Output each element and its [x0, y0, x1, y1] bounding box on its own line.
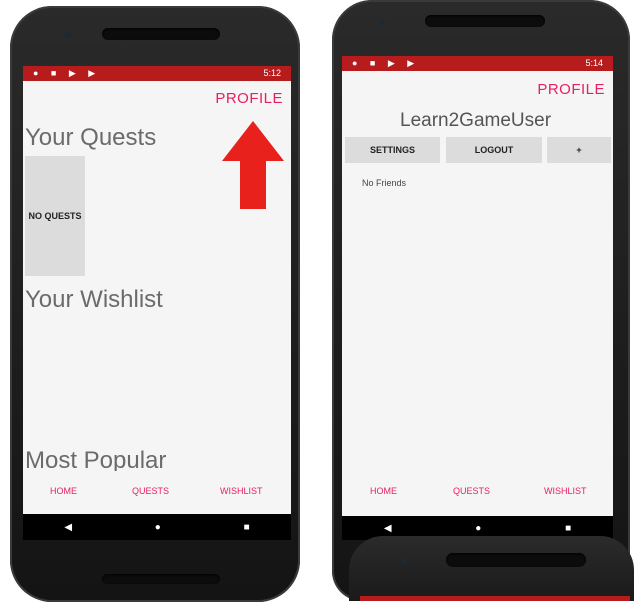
home-circle-icon[interactable]: ●	[475, 523, 481, 534]
friends-status: No Friends	[362, 178, 407, 188]
left-screen: ● ■ ▶ ▶ 5:12 PROFILE Your Quests NO QUES…	[23, 66, 291, 540]
status-time: 5:12	[263, 68, 281, 78]
username: Learn2GameUser	[400, 110, 552, 131]
background-fragment	[0, 0, 10, 20]
no-quests-tile[interactable]: NO QUESTS	[25, 156, 85, 276]
bottom-nav: HOME QUESTS WISHLIST	[23, 471, 291, 514]
third-phone-speaker	[446, 553, 586, 567]
up-arrow-shape	[222, 121, 284, 209]
right-screen: ● ■ ▶ ▶ 5:14 PROFILE Learn2GameUser SETT…	[342, 56, 613, 540]
third-phone-camera	[401, 558, 407, 564]
back-icon[interactable]: ◀	[384, 523, 392, 534]
profile-link[interactable]: PROFILE	[215, 90, 283, 107]
status-icons: ● ■ ▶ ▶	[352, 58, 420, 68]
status-bar: ● ■ ▶ ▶ 5:14	[342, 56, 613, 71]
home-circle-icon[interactable]: ●	[155, 522, 161, 533]
left-phone: ● ■ ▶ ▶ 5:12 PROFILE Your Quests NO QUES…	[10, 6, 300, 602]
left-phone-speaker	[102, 28, 220, 40]
status-icons: ● ■ ▶ ▶	[33, 68, 101, 78]
left-phone-bottom-speaker	[102, 574, 220, 584]
android-nav-bar: ◀ ● ■	[23, 514, 291, 540]
nav-quests[interactable]: QUESTS	[132, 486, 169, 496]
bottom-nav: HOME QUESTS WISHLIST	[342, 476, 613, 514]
settings-button[interactable]: SETTINGS	[345, 137, 440, 163]
left-phone-camera	[65, 32, 71, 38]
right-phone-camera	[380, 20, 386, 26]
profile-link[interactable]: PROFILE	[537, 81, 605, 98]
third-phone-status-strip	[360, 596, 630, 601]
add-friend-button[interactable]: +	[547, 137, 611, 163]
nav-home[interactable]: HOME	[370, 486, 397, 496]
right-phone-speaker	[425, 15, 545, 27]
right-phone: ● ■ ▶ ▶ 5:14 PROFILE Learn2GameUser SETT…	[332, 0, 630, 601]
nav-wishlist[interactable]: WISHLIST	[220, 486, 263, 496]
back-icon[interactable]: ◀	[64, 522, 72, 533]
your-wishlist-title: Your Wishlist	[25, 286, 163, 313]
recents-icon[interactable]: ■	[565, 523, 571, 534]
your-quests-title: Your Quests	[25, 124, 157, 151]
nav-quests[interactable]: QUESTS	[453, 486, 490, 496]
status-bar: ● ■ ▶ ▶ 5:12	[23, 66, 291, 81]
recents-icon[interactable]: ■	[244, 522, 250, 533]
third-phone	[349, 536, 634, 601]
nav-wishlist[interactable]: WISHLIST	[544, 486, 587, 496]
status-time: 5:14	[585, 58, 603, 68]
nav-home[interactable]: HOME	[50, 486, 77, 496]
logout-button[interactable]: LOGOUT	[446, 137, 542, 163]
up-arrow-icon	[222, 121, 284, 209]
